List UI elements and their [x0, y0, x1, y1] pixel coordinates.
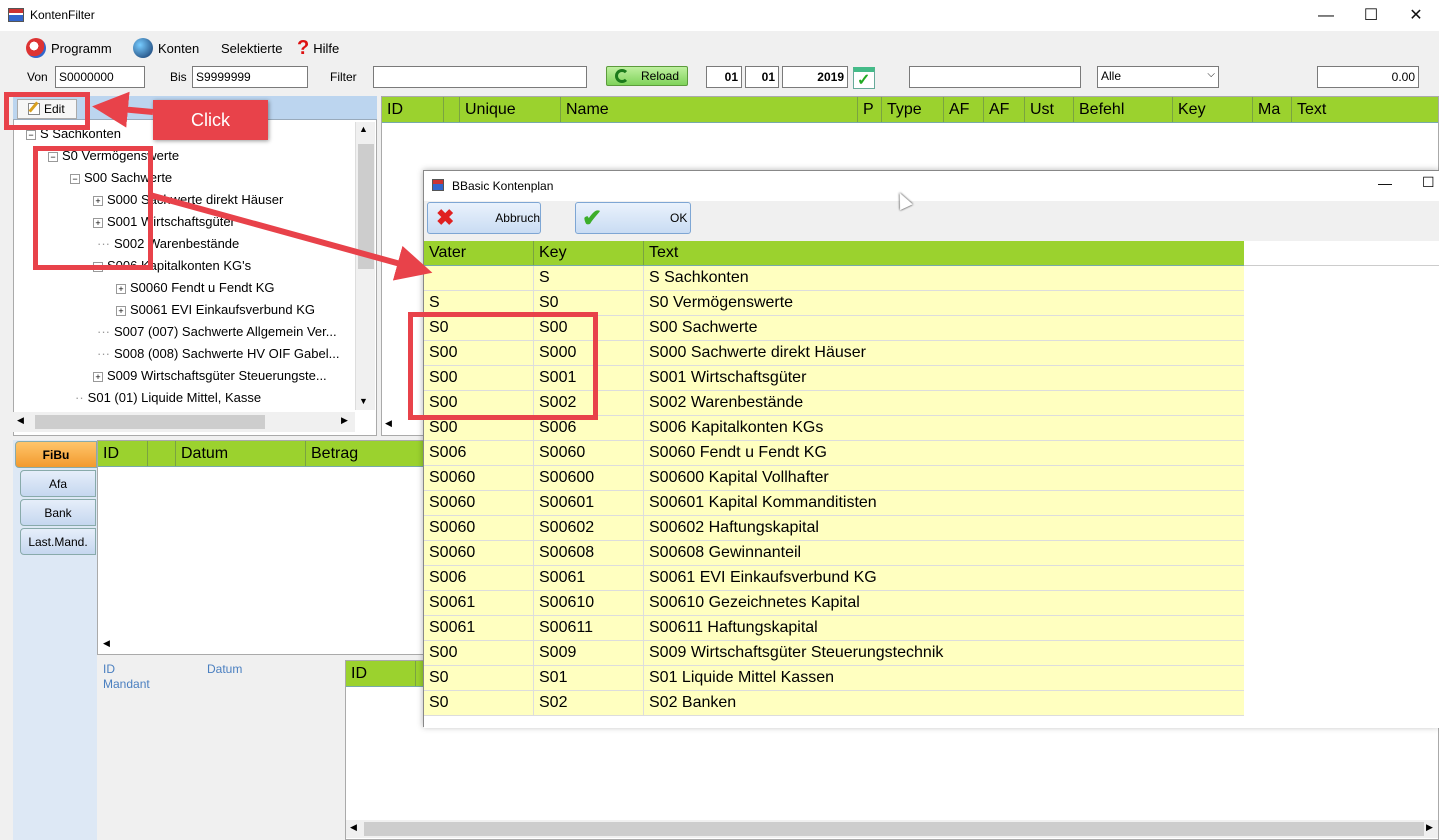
annotation-arrows: [92, 91, 433, 281]
annotation-arrow-dialog: [149, 192, 433, 281]
annotation-arrow-edit: [92, 91, 154, 128]
